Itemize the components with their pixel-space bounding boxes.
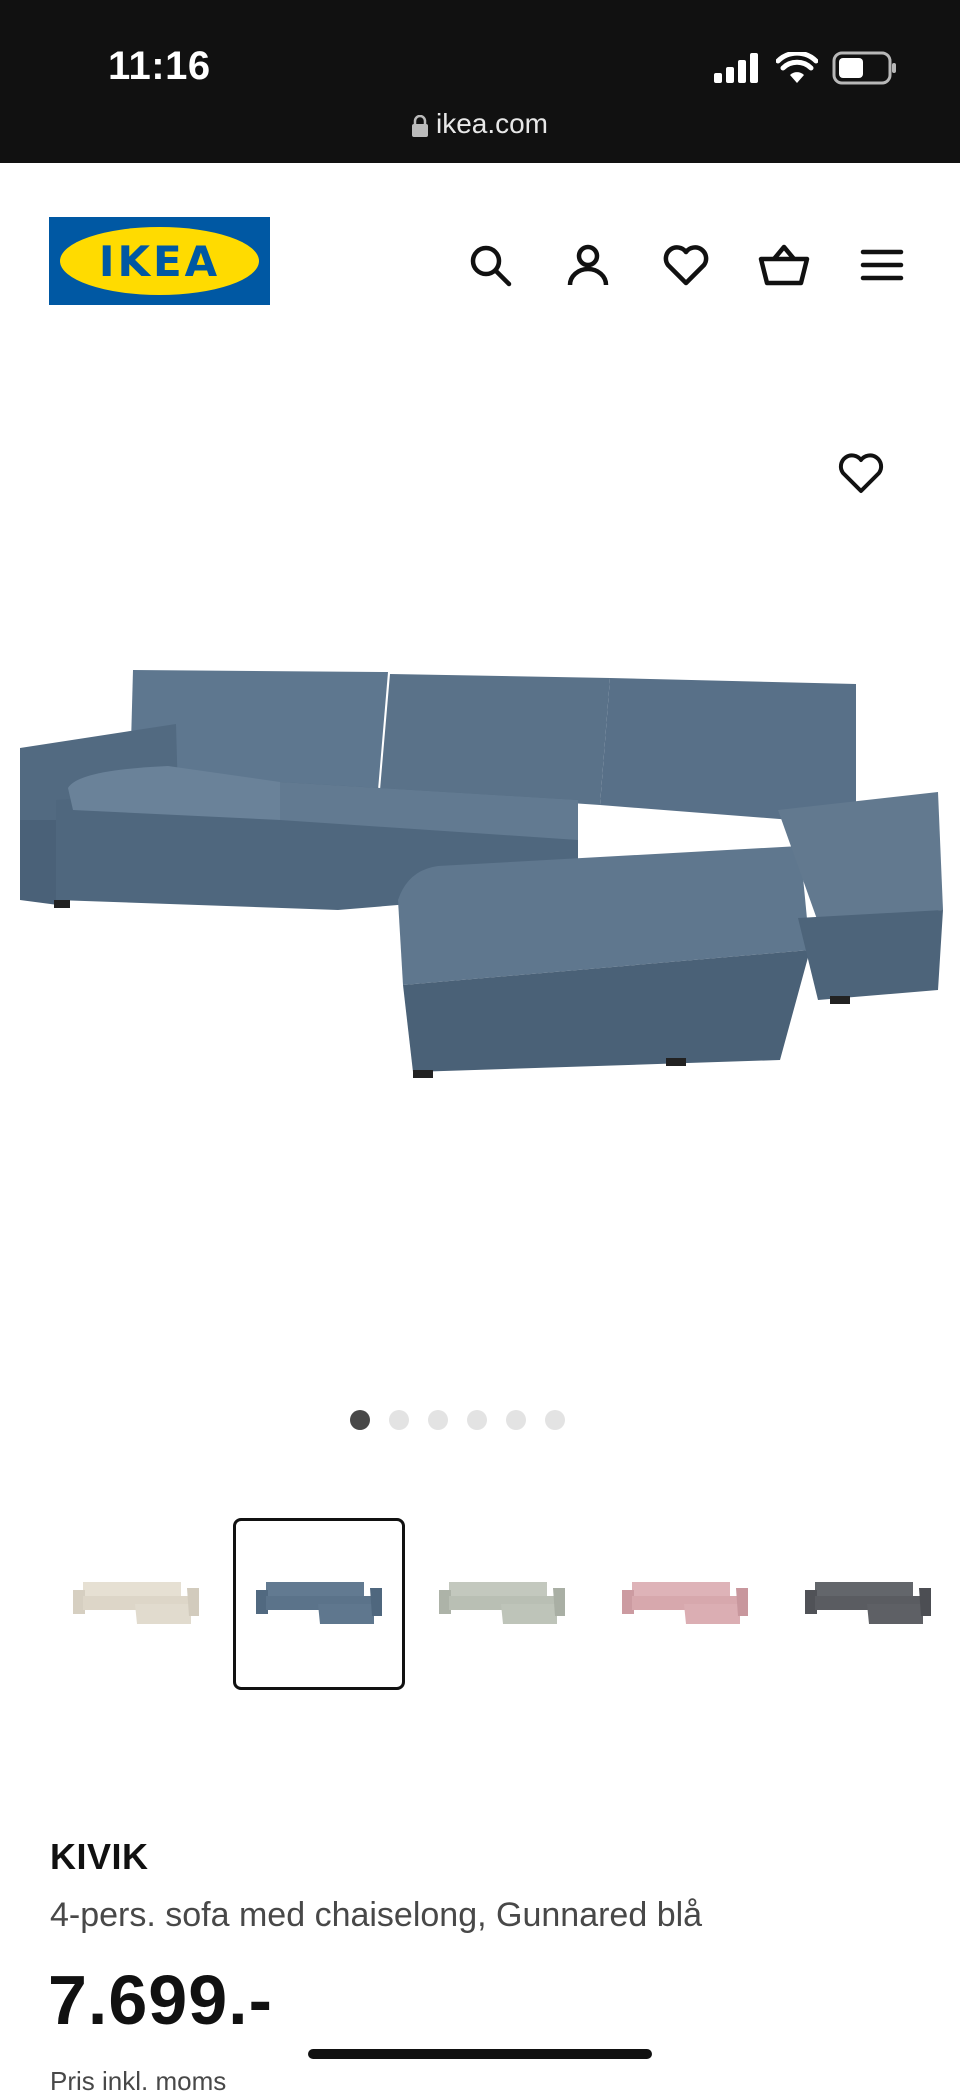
wifi-icon [776, 52, 818, 83]
variant-sofa-image [73, 1582, 199, 1624]
gallery-pagination [0, 1410, 937, 1430]
ikea-logo[interactable]: IKEA [49, 217, 270, 305]
product-image [20, 670, 943, 1078]
basket-icon [758, 244, 810, 286]
variant-sofa-image [256, 1582, 382, 1624]
product-description: 4-pers. sofa med chaiselong, Gunnared bl… [50, 1896, 703, 1934]
product-price: 7.699.- [48, 1961, 273, 2039]
heart-icon [838, 453, 884, 493]
add-to-favorites-button[interactable] [831, 443, 891, 503]
gallery-dot[interactable] [505, 1410, 526, 1430]
variant-sofa-image [622, 1582, 748, 1624]
logo-text: IKEA [98, 236, 221, 286]
variant-thumbnail[interactable] [782, 1518, 954, 1690]
battery-icon [832, 51, 896, 85]
status-time: 11:16 [108, 44, 211, 88]
variant-sofa-image [439, 1582, 565, 1624]
variant-thumbnail-selected[interactable] [233, 1518, 405, 1690]
signal-icon [714, 53, 758, 83]
gallery-dot[interactable] [349, 1410, 370, 1430]
address-bar[interactable]: ikea.com [0, 108, 960, 140]
home-indicator[interactable] [308, 2049, 652, 2059]
variant-thumbnail[interactable] [50, 1518, 222, 1690]
menu-button[interactable] [852, 235, 912, 295]
lock-icon [411, 114, 428, 137]
header-actions [460, 235, 912, 295]
user-icon [567, 244, 609, 286]
variant-thumbnail[interactable] [416, 1518, 588, 1690]
search-icon [470, 245, 512, 287]
price-note: Pris inkl. moms [50, 2066, 227, 2096]
product-name: KIVIK [50, 1836, 149, 1877]
gallery-dot[interactable] [466, 1410, 487, 1430]
gallery-dot[interactable] [388, 1410, 409, 1430]
status-icons [714, 48, 898, 88]
heart-icon [663, 245, 709, 286]
url-text: ikea.com [435, 108, 549, 139]
gallery-dot[interactable] [427, 1410, 448, 1430]
favorites-button[interactable] [656, 235, 716, 295]
search-button[interactable] [460, 235, 520, 295]
site-header: IKEA [0, 163, 960, 363]
color-variants [50, 1518, 954, 1690]
variant-sofa-image [805, 1582, 931, 1624]
menu-icon [860, 249, 904, 281]
status-bar: 11:16 ikea.com [0, 0, 960, 163]
profile-button[interactable] [558, 235, 618, 295]
gallery-dot[interactable] [544, 1410, 565, 1430]
variant-thumbnail[interactable] [599, 1518, 771, 1690]
cart-button[interactable] [754, 235, 814, 295]
